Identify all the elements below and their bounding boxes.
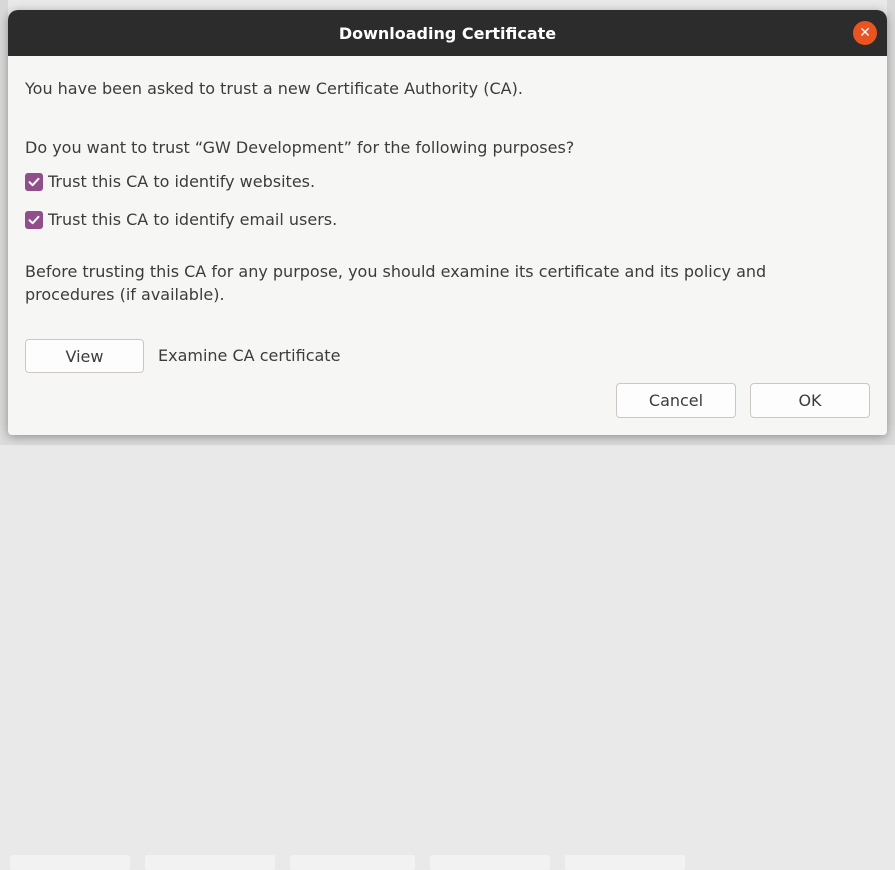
close-button[interactable]: ✕: [853, 21, 877, 45]
checkmark-icon: [28, 215, 40, 224]
background-block: [430, 855, 550, 870]
cancel-button[interactable]: Cancel: [616, 383, 736, 418]
trust-email-checkbox[interactable]: [25, 210, 43, 229]
background-block: [145, 855, 275, 870]
background-window-edge-right: [887, 0, 895, 445]
checkmark-icon: [28, 177, 40, 186]
view-button[interactable]: View: [25, 339, 144, 373]
intro-text: You have been asked to trust a new Certi…: [25, 79, 523, 98]
background-window-edge-left: [0, 0, 8, 445]
close-icon: ✕: [859, 25, 871, 41]
trust-email-label[interactable]: Trust this CA to identify email users.: [48, 210, 337, 229]
background-block: [565, 855, 685, 870]
examine-ca-label: Examine CA certificate: [158, 346, 341, 365]
downloading-certificate-dialog: Downloading Certificate ✕ You have been …: [8, 10, 887, 435]
warning-text: Before trusting this CA for any purpose,…: [25, 262, 767, 304]
trust-websites-option[interactable]: Trust this CA to identify websites.: [25, 172, 315, 191]
trust-email-option[interactable]: Trust this CA to identify email users.: [25, 210, 337, 229]
trust-websites-label[interactable]: Trust this CA to identify websites.: [48, 172, 315, 191]
dialog-title: Downloading Certificate: [338, 23, 557, 43]
question-text: Do you want to trust “GW Development” fo…: [25, 138, 575, 157]
dialog-titlebar: Downloading Certificate ✕: [8, 10, 887, 56]
ok-button[interactable]: OK: [750, 383, 870, 418]
background-block: [10, 855, 130, 870]
background-block: [290, 855, 415, 870]
trust-websites-checkbox[interactable]: [25, 172, 43, 191]
